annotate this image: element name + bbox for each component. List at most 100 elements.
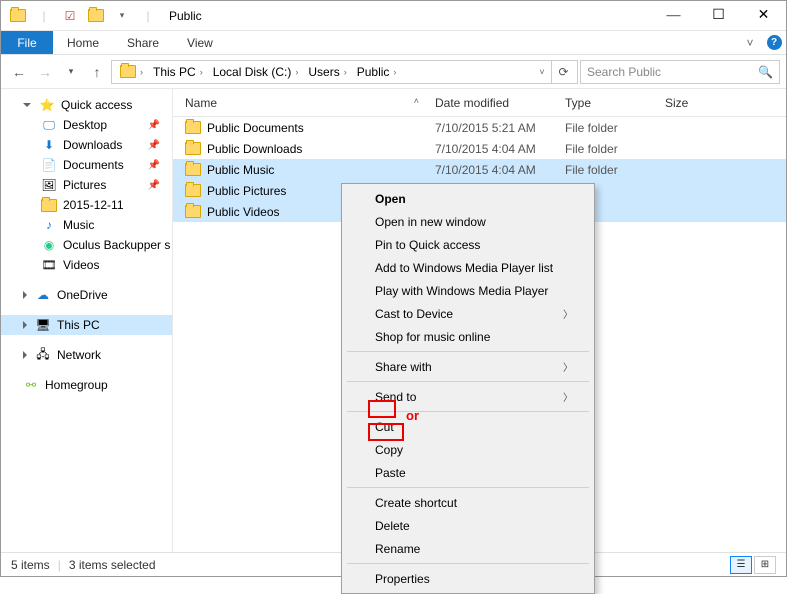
refresh-button[interactable]: ⟳ xyxy=(551,61,575,83)
file-name: Public Downloads xyxy=(207,142,302,156)
menu-item[interactable]: Open in new window xyxy=(345,210,591,233)
help-icon[interactable]: ? xyxy=(762,31,786,54)
menu-separator xyxy=(347,487,589,488)
close-button[interactable]: ✕ xyxy=(741,1,786,30)
column-size[interactable]: Size xyxy=(659,96,739,110)
maximize-button[interactable]: ☐ xyxy=(696,1,741,30)
details-view-button[interactable]: ☰ xyxy=(730,556,752,574)
sidebar-item-desktop[interactable]: 🖵Desktop📌 xyxy=(1,115,172,135)
file-name: Public Videos xyxy=(207,205,280,219)
menu-item[interactable]: Paste xyxy=(345,461,591,484)
file-date: 7/10/2015 4:04 AM xyxy=(429,163,559,177)
sidebar-item-documents[interactable]: 📄Documents📌 xyxy=(1,155,172,175)
file-row[interactable]: Public Documents 7/10/2015 5:21 AM File … xyxy=(173,117,786,138)
address-dropdown-icon[interactable]: ˅ xyxy=(533,61,551,83)
status-item-count: 5 items xyxy=(11,558,50,572)
sidebar-homegroup[interactable]: ⚯Homegroup xyxy=(1,375,172,395)
menu-item-label: Paste xyxy=(375,466,406,480)
sidebar-item-downloads[interactable]: ⬇Downloads📌 xyxy=(1,135,172,155)
menu-item-label: Properties xyxy=(375,572,430,586)
pin-icon: 📌 xyxy=(148,140,160,151)
title-bar: | ☑ ▾ | Public — ☐ ✕ xyxy=(1,1,786,31)
menu-item[interactable]: Add to Windows Media Player list xyxy=(345,256,591,279)
column-date[interactable]: Date modified xyxy=(429,96,559,110)
column-name[interactable]: Name˄ xyxy=(179,96,429,110)
menu-item-label: Add to Windows Media Player list xyxy=(375,261,553,275)
window-title: Public xyxy=(169,9,202,23)
ribbon-tabs: File Home Share View ˅ ? xyxy=(1,31,786,55)
menu-item[interactable]: Pin to Quick access xyxy=(345,233,591,256)
menu-item[interactable]: Cut xyxy=(345,415,591,438)
menu-item[interactable]: Delete xyxy=(345,514,591,537)
minimize-button[interactable]: — xyxy=(651,1,696,30)
menu-separator xyxy=(347,381,589,382)
tab-view[interactable]: View xyxy=(173,31,227,54)
folder-icon-2 xyxy=(85,5,107,27)
expand-ribbon-icon[interactable]: ˅ xyxy=(738,31,762,54)
sidebar-network[interactable]: 🖧Network xyxy=(1,345,172,365)
menu-item-label: Share with xyxy=(375,360,432,374)
forward-button[interactable]: → xyxy=(33,60,57,84)
tab-home[interactable]: Home xyxy=(53,31,113,54)
breadcrumb-seg[interactable]: Public› xyxy=(351,61,401,83)
breadcrumb-root-icon[interactable]: › xyxy=(114,61,147,83)
sidebar-quick-access[interactable]: ⭐Quick access xyxy=(1,95,172,115)
menu-item[interactable]: Cast to Device〉 xyxy=(345,302,591,325)
menu-item[interactable]: Copy xyxy=(345,438,591,461)
navigation-pane: ⭐Quick access 🖵Desktop📌 ⬇Downloads📌 📄Doc… xyxy=(1,89,173,552)
up-button[interactable]: ↑ xyxy=(85,60,109,84)
sidebar-item-pictures[interactable]: 🖼Pictures📌 xyxy=(1,175,172,195)
qat-properties-icon[interactable]: ☑ xyxy=(59,5,81,27)
menu-item-label: Open in new window xyxy=(375,215,486,229)
back-button[interactable]: ← xyxy=(7,60,31,84)
file-name: Public Documents xyxy=(207,121,304,135)
menu-item[interactable]: Send to〉 xyxy=(345,385,591,408)
breadcrumb-seg[interactable]: This PC› xyxy=(147,61,207,83)
thumbnails-view-button[interactable]: ⊞ xyxy=(754,556,776,574)
pin-icon: 📌 xyxy=(148,120,160,131)
file-name: Public Music xyxy=(207,163,274,177)
file-row[interactable]: Public Downloads 7/10/2015 4:04 AM File … xyxy=(173,138,786,159)
menu-item[interactable]: Open xyxy=(345,187,591,210)
menu-item[interactable]: Properties xyxy=(345,567,591,590)
sidebar-onedrive[interactable]: ☁OneDrive xyxy=(1,285,172,305)
file-tab[interactable]: File xyxy=(1,31,53,54)
menu-item[interactable]: Play with Windows Media Player xyxy=(345,279,591,302)
folder-icon xyxy=(185,184,201,197)
file-date: 7/10/2015 4:04 AM xyxy=(429,142,559,156)
search-input[interactable]: Search Public 🔍 xyxy=(580,60,780,84)
sidebar-item-app[interactable]: ◉Oculus Backupper s xyxy=(1,235,172,255)
breadcrumb-seg[interactable]: Users› xyxy=(302,61,350,83)
menu-item[interactable]: Create shortcut xyxy=(345,491,591,514)
menu-item-label: Delete xyxy=(375,519,410,533)
column-type[interactable]: Type xyxy=(559,96,659,110)
sidebar-item-videos[interactable]: 🎞Videos xyxy=(1,255,172,275)
status-divider: | xyxy=(58,558,61,572)
menu-item[interactable]: Rename xyxy=(345,537,591,560)
menu-item-label: Rename xyxy=(375,542,420,556)
recent-locations-dropdown[interactable]: ▾ xyxy=(59,60,83,84)
menu-separator xyxy=(347,351,589,352)
menu-item[interactable]: Shop for music online xyxy=(345,325,591,348)
menu-item-label: Shop for music online xyxy=(375,330,490,344)
pin-icon: 📌 xyxy=(148,160,160,171)
sort-arrow-icon: ˄ xyxy=(414,96,419,106)
file-type: File folder xyxy=(559,163,659,177)
sidebar-this-pc[interactable]: 🖥This PC xyxy=(1,315,172,335)
qat-dropdown-icon[interactable]: ▾ xyxy=(111,5,133,27)
menu-item[interactable]: Share with 〉 xyxy=(345,355,591,378)
sidebar-item-music[interactable]: ♪Music xyxy=(1,215,172,235)
file-type: File folder xyxy=(559,142,659,156)
file-row[interactable]: Public Music 7/10/2015 4:04 AM File fold… xyxy=(173,159,786,180)
file-date: 7/10/2015 5:21 AM xyxy=(429,121,559,135)
context-menu: Open Open in new window Pin to Quick acces… xyxy=(341,183,595,594)
submenu-arrow-icon: 〉 xyxy=(563,359,573,374)
folder-icon xyxy=(185,205,201,218)
annotation-or-label: or xyxy=(406,408,419,423)
breadcrumb-seg[interactable]: Local Disk (C:)› xyxy=(207,61,303,83)
address-bar[interactable]: › This PC› Local Disk (C:)› Users› Publi… xyxy=(111,60,578,84)
tab-share[interactable]: Share xyxy=(113,31,173,54)
menu-separator xyxy=(347,563,589,564)
sidebar-item-folder[interactable]: 2015-12-11 xyxy=(1,195,172,215)
menu-item-label: Pin to Quick access xyxy=(375,238,480,252)
